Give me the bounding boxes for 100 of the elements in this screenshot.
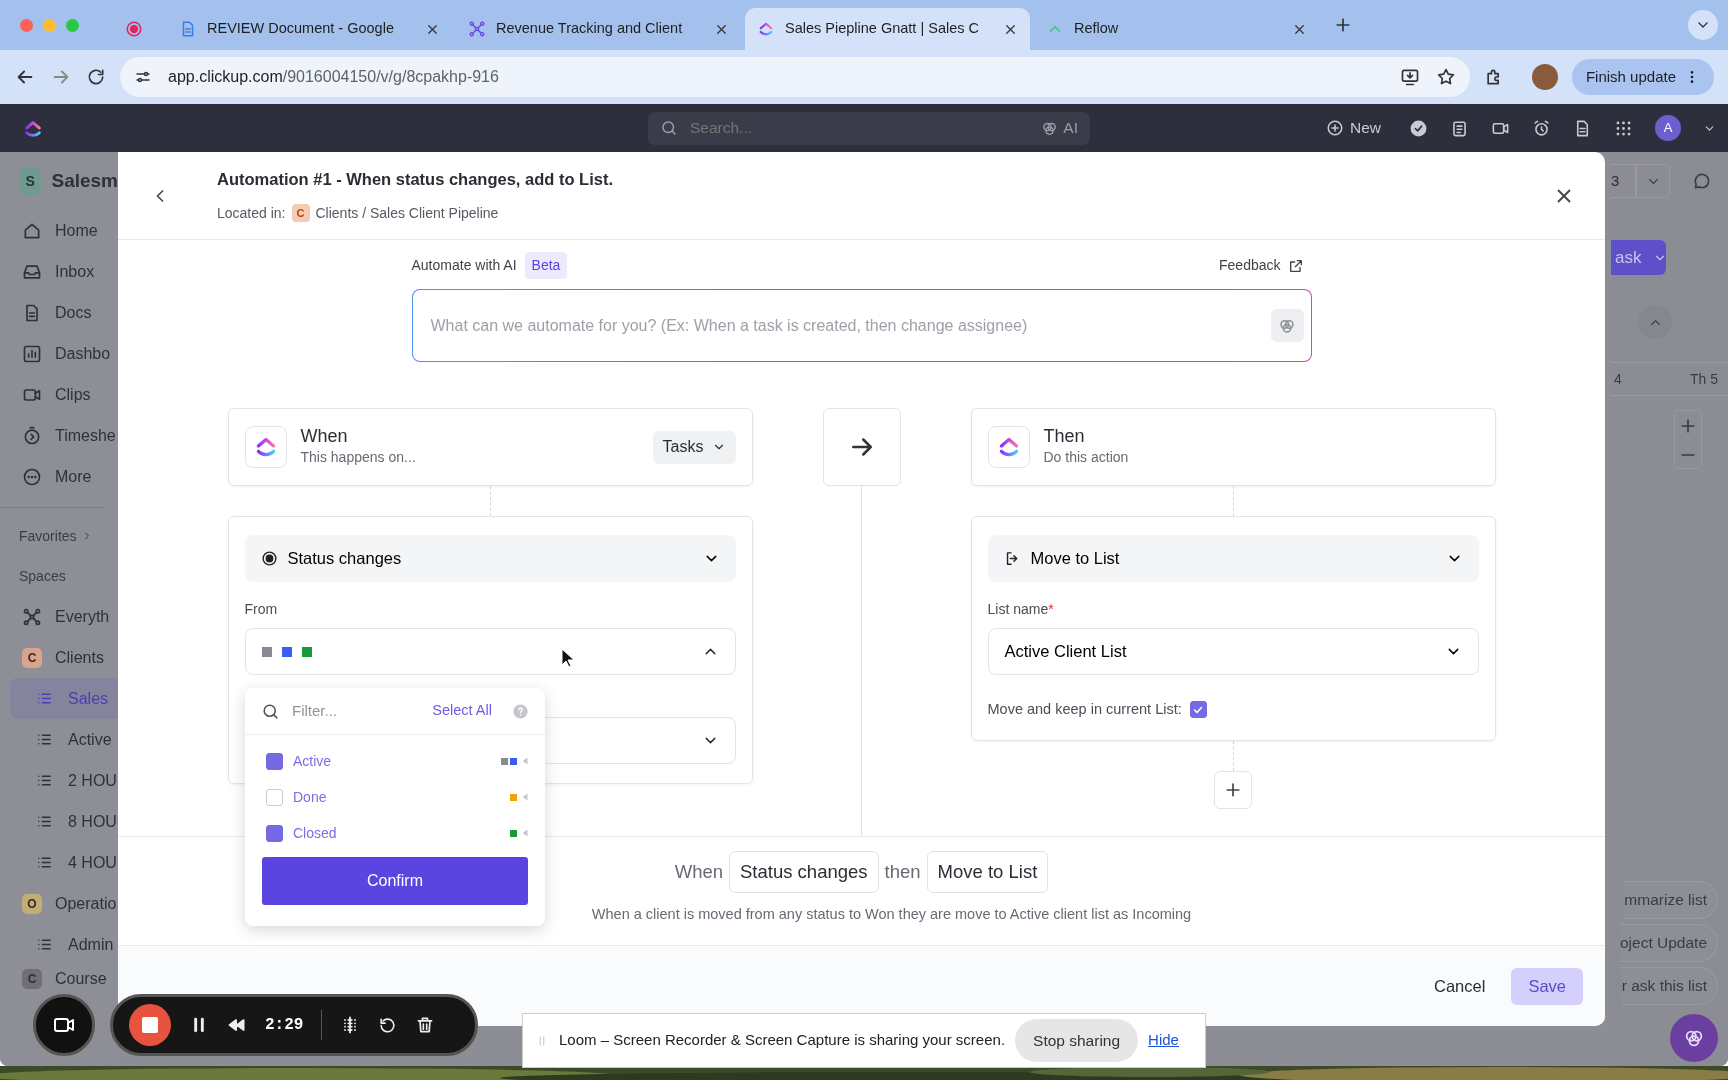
field-label: From bbox=[244, 600, 279, 619]
space-avatar: C bbox=[22, 647, 42, 668]
space-item[interactable]: C Course bbox=[0, 965, 118, 993]
space-item[interactable]: O Operatio bbox=[0, 883, 118, 924]
checkbox-label: Move and keep in current List: bbox=[987, 700, 1182, 719]
stop-sharing-button[interactable]: Stop sharing bbox=[1015, 1019, 1139, 1062]
suggestion-chip[interactable]: oject Update bbox=[1619, 924, 1718, 962]
browser-tab[interactable]: REVIEW Document - Google bbox=[167, 8, 452, 50]
more-icon bbox=[22, 466, 42, 487]
ai-generate-button[interactable] bbox=[1270, 309, 1304, 342]
status-option[interactable]: Closed bbox=[293, 822, 337, 844]
list-item[interactable]: 2 HOU bbox=[0, 760, 118, 801]
profile-avatar[interactable] bbox=[1531, 64, 1558, 90]
sidebar-item[interactable]: Inbox bbox=[0, 251, 118, 292]
ai-button[interactable]: AI bbox=[1041, 116, 1078, 140]
status-option[interactable]: Done bbox=[293, 786, 327, 808]
list-item[interactable]: Active bbox=[0, 719, 118, 760]
day-label: 4 bbox=[1614, 369, 1622, 389]
field-label: List name* bbox=[987, 600, 1055, 619]
search-icon bbox=[660, 119, 678, 137]
stop-recording-button[interactable] bbox=[129, 1004, 171, 1046]
browser-tab[interactable]: Sales Piepline Gnatt | Sales C bbox=[745, 8, 1030, 50]
list-item[interactable]: 8 HOU bbox=[0, 801, 118, 842]
sidebar-item[interactable]: Clips bbox=[0, 374, 118, 415]
suggestion-chip[interactable]: mmarize list bbox=[1624, 881, 1718, 919]
list-item[interactable]: Admin bbox=[0, 924, 118, 965]
search-icon bbox=[261, 701, 280, 721]
summary-text: When bbox=[674, 860, 723, 884]
location-label: Located in: bbox=[217, 203, 286, 223]
restart-icon[interactable] bbox=[378, 1015, 398, 1035]
scope-dropdown[interactable]: Tasks bbox=[652, 430, 736, 464]
ai-prompt-field[interactable]: What can we automate for you? (Ex: When a task is created, then change assignee) bbox=[411, 289, 1312, 362]
summary-chip: Status changes bbox=[729, 851, 879, 893]
cursor-icon bbox=[561, 648, 575, 668]
step-title: When bbox=[300, 425, 349, 448]
url-text: app.clickup.com/9016004150/v/g/8cpakhp-916 bbox=[168, 67, 499, 87]
bar-chart-icon bbox=[22, 343, 42, 364]
search-field[interactable]: Search... AI bbox=[648, 111, 1090, 145]
browser-tab[interactable]: Reflow bbox=[1034, 8, 1319, 50]
step-subtitle: This happens on... bbox=[300, 448, 416, 468]
space-avatar: C bbox=[291, 204, 310, 223]
sidebar-item[interactable]: Docs bbox=[0, 292, 118, 333]
sidebar-item[interactable]: More bbox=[0, 456, 118, 497]
update-button[interactable]: Finish update bbox=[1571, 59, 1714, 95]
action-dropdown[interactable]: Move to List bbox=[987, 535, 1479, 582]
checkbox[interactable] bbox=[1189, 701, 1207, 719]
checkbox[interactable] bbox=[266, 824, 283, 842]
workspace-name[interactable]: Salesm bbox=[51, 166, 118, 196]
list-dropdown[interactable]: Active Client List bbox=[987, 628, 1479, 675]
radio-icon bbox=[260, 550, 278, 567]
install-icon[interactable] bbox=[1399, 67, 1420, 87]
feedback-link[interactable]: Feedback bbox=[1219, 255, 1304, 276]
sidebar-item[interactable]: Timeshe bbox=[0, 415, 118, 456]
step-title: Then bbox=[1043, 425, 1086, 448]
checkbox[interactable] bbox=[266, 788, 283, 806]
space-avatar: O bbox=[22, 893, 42, 914]
select-all-link[interactable]: Select All bbox=[432, 700, 492, 722]
modal-title: Automation #1 - When status changes, add to List. bbox=[217, 169, 614, 191]
automation-description: When a client is moved from any status to Won they are move to Active client list as Incoming bbox=[590, 904, 1192, 924]
reload-icon[interactable] bbox=[86, 67, 106, 87]
alarm-icon[interactable] bbox=[1532, 118, 1551, 138]
cancel-button[interactable]: Cancel bbox=[1428, 972, 1492, 1000]
sharing-message: Loom – Screen Recorder & Screen Capture is sharing your screen. bbox=[559, 1030, 1006, 1051]
checkbox[interactable] bbox=[266, 752, 283, 770]
user-avatar[interactable]: A bbox=[1655, 115, 1681, 141]
breadcrumb-link[interactable]: Clients / Sales Client Pipeline bbox=[315, 202, 499, 224]
check-circle-icon[interactable] bbox=[1409, 118, 1428, 138]
external-link-icon bbox=[1287, 257, 1304, 274]
sidebar-item[interactable]: Dashbo bbox=[0, 333, 118, 374]
confirm-button[interactable]: Confirm bbox=[262, 857, 528, 905]
address-bar[interactable]: app.clickup.com/9016004150/v/g/8cpakhp-916 bbox=[120, 57, 1470, 97]
space-avatar: C bbox=[22, 969, 42, 989]
bookmark-star-icon[interactable] bbox=[1435, 67, 1456, 87]
trigger-dropdown[interactable]: Status changes bbox=[244, 535, 736, 582]
space-item[interactable]: C Clients bbox=[0, 637, 118, 678]
add-action-button[interactable] bbox=[1214, 770, 1252, 809]
status-option[interactable]: Active bbox=[293, 750, 332, 772]
list-item[interactable]: Sales bbox=[10, 678, 118, 719]
section-label[interactable]: Favorites bbox=[19, 525, 77, 547]
workspace-avatar[interactable]: S bbox=[19, 167, 42, 195]
add-task-button[interactable]: ask bbox=[1611, 240, 1666, 275]
summary-text: then bbox=[884, 860, 921, 884]
beta-badge: Beta bbox=[524, 252, 568, 279]
view-button[interactable]: 3 bbox=[1611, 164, 1636, 198]
section-label: Spaces bbox=[19, 566, 66, 586]
hide-link[interactable]: Hide bbox=[1148, 1029, 1179, 1052]
ai-assistant-button[interactable] bbox=[1670, 1014, 1718, 1062]
section-label: Automate with AI bbox=[411, 256, 517, 275]
suggestion-chip[interactable]: r ask this list bbox=[1621, 967, 1718, 1005]
list-item[interactable]: 4 HOU bbox=[0, 842, 118, 883]
comment-icon[interactable] bbox=[1692, 171, 1712, 191]
plus-circle-icon bbox=[1326, 119, 1344, 137]
logo-icon bbox=[757, 20, 775, 38]
sidebar-item[interactable]: Home bbox=[0, 210, 118, 251]
timer-icon bbox=[22, 425, 42, 446]
clipboard-icon[interactable] bbox=[1450, 118, 1469, 138]
new-button[interactable]: New bbox=[1320, 115, 1387, 141]
space-item[interactable]: Everyth bbox=[0, 596, 118, 637]
browser-tab[interactable]: Revenue Tracking and Client bbox=[456, 8, 741, 50]
day-label: Th 5 bbox=[1690, 369, 1718, 389]
